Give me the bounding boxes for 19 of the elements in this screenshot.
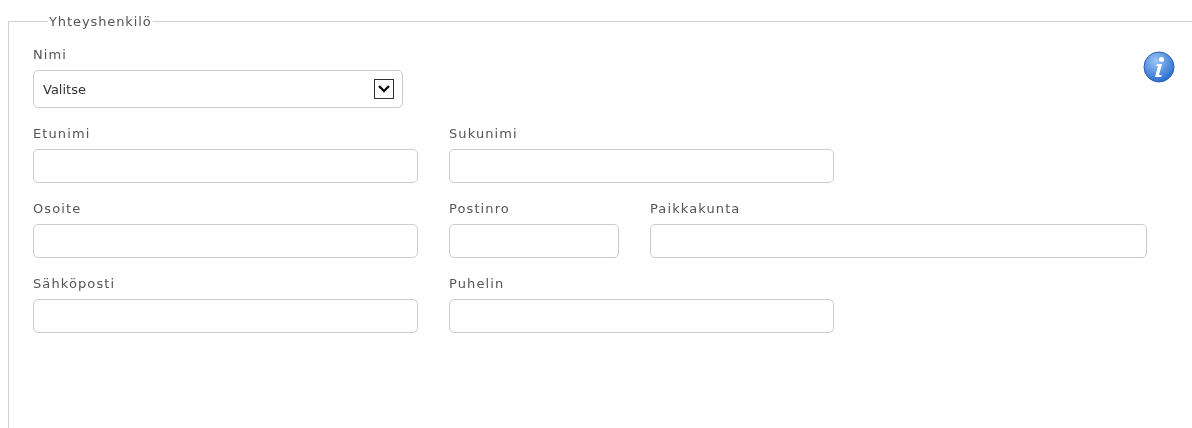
field-label: Postinro [449, 201, 511, 217]
input-field[interactable] [33, 224, 418, 258]
input-field[interactable] [449, 299, 834, 333]
field-label: Osoite [33, 201, 83, 217]
field-label: Sukunimi [449, 126, 519, 142]
section-title: Yhteyshenkilö [48, 14, 153, 29]
info-icon[interactable] [1143, 51, 1175, 83]
input-field[interactable] [33, 149, 418, 183]
field-label: Nimi [33, 47, 68, 63]
dropdown[interactable]: Valitse [33, 70, 403, 108]
input-field[interactable] [33, 299, 418, 333]
field-label: Puhelin [449, 276, 506, 292]
input-field[interactable] [449, 224, 619, 258]
field-label: Sähköposti [33, 276, 117, 292]
field-label: Etunimi [33, 126, 92, 142]
field-label: Paikkakunta [650, 201, 742, 217]
caret-icon [374, 79, 394, 99]
input-field[interactable] [449, 149, 834, 183]
input-field[interactable] [650, 224, 1147, 258]
